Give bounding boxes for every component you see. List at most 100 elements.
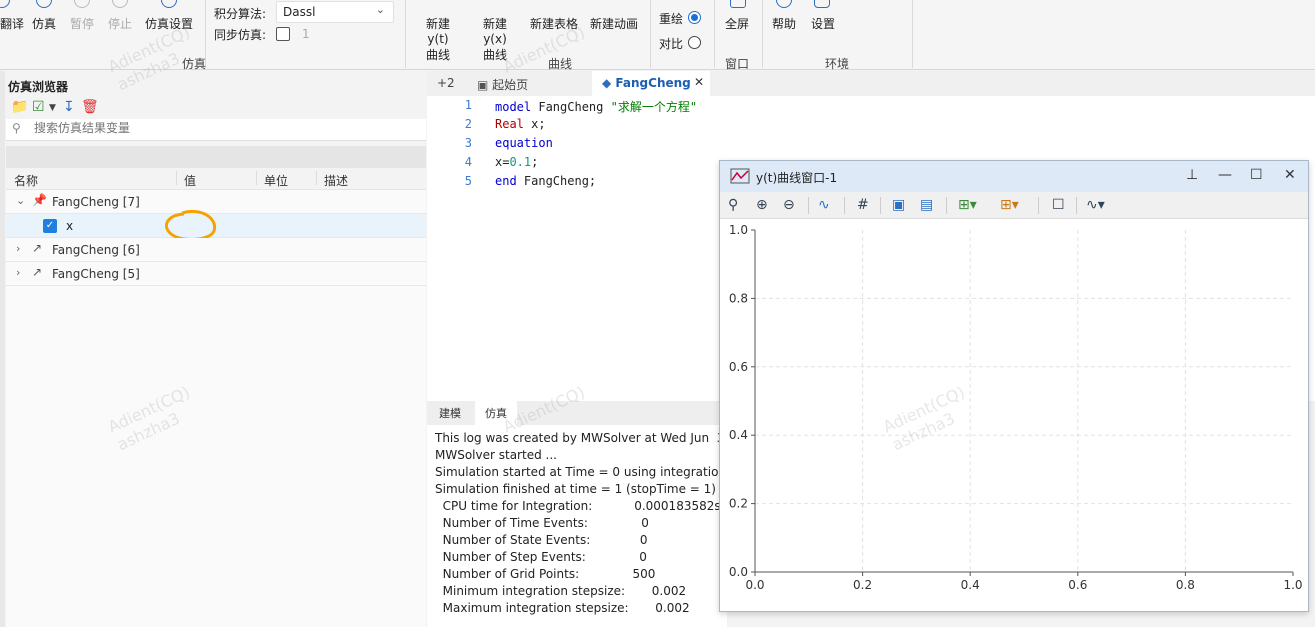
filter-bar (6, 146, 426, 168)
sim-settings-button[interactable]: 仿真设置 (145, 15, 193, 32)
toolbar-divider (844, 197, 845, 214)
log-line: Number of State Events: 0 (435, 533, 648, 547)
plot-window[interactable]: y(t)曲线窗口-1 ⊥ — ☐ ✕ ⚲ ⊕ ⊖ ∿ # ▣ ▤ ⊞▾ ⊞▾ ☐… (719, 160, 1309, 612)
tree-row-result[interactable]: › ↗ FangCheng [5] (6, 262, 426, 286)
col-desc[interactable]: 描述 (324, 172, 348, 189)
toolbar-divider (808, 197, 809, 214)
minimize-button[interactable]: — (1218, 167, 1232, 183)
integration-select[interactable]: Dassl ⌄ (276, 1, 394, 23)
compare-radio[interactable] (688, 36, 701, 49)
col-divider (176, 171, 177, 185)
ribbon-toolbar: 翻译 仿真 暂停 停止 仿真设置 积分算法: Dassl ⌄ 同步仿真: 1 仿… (0, 0, 1315, 71)
log-line: MWSolver started ... (435, 448, 557, 462)
close-button[interactable]: ✕ (1284, 167, 1296, 183)
result-label: FangCheng [5] (52, 267, 140, 281)
settings-button[interactable]: 设置 (811, 15, 835, 32)
dropdown-arrow-icon[interactable]: ▼ (49, 103, 56, 113)
model-icon: ◆ (602, 76, 612, 90)
tab-simulation[interactable]: 仿真 (475, 401, 517, 425)
chevron-right-icon[interactable]: › (16, 242, 20, 255)
zoom-fit-icon[interactable]: ⚲ (728, 197, 738, 213)
close-icon[interactable]: ✕ (694, 75, 704, 89)
col-unit[interactable]: 单位 (264, 172, 288, 189)
x-tick-label: 0.2 (853, 578, 872, 592)
pause-button[interactable]: 暂停 (70, 15, 94, 32)
compile-button[interactable]: 翻译 (0, 15, 24, 32)
delete-icon[interactable]: 🗑 (81, 99, 99, 115)
new-yx-curve-button[interactable]: 新建 y(x) 曲线 (471, 15, 519, 63)
sync-sim-checkbox[interactable] (276, 27, 290, 41)
ribbon-divider (762, 0, 763, 68)
ribbon-divider (405, 0, 406, 68)
curve-style-icon[interactable]: ∿ (818, 197, 830, 213)
export-image-icon[interactable]: ▣ (892, 197, 905, 213)
tab-start-page[interactable]: ▣ 起始页 (467, 71, 587, 96)
stop-icon (112, 0, 128, 8)
yt-chart[interactable]: 0.0 0.2 0.4 0.6 0.8 1.0 0.0 0.2 0.4 0.6 0.8 1.0 (720, 220, 1308, 612)
col-value[interactable]: 值 (184, 172, 196, 189)
ribbon-divider (650, 0, 651, 68)
tree-row-result[interactable]: › ↗ FangCheng [6] (6, 238, 426, 262)
toolbar-divider (1038, 197, 1039, 214)
y-tick-label: 0.8 (729, 291, 748, 305)
log-line: CPU time for Integration: 0.000183582s (435, 499, 721, 513)
grid-icon[interactable]: # (857, 197, 869, 213)
redraw-label: 重绘 (659, 12, 684, 26)
tab-fangcheng[interactable]: ◆ FangCheng ✕ (592, 71, 710, 96)
chevron-down-icon: ⌄ (375, 3, 385, 16)
ribbon-divider (912, 0, 913, 68)
search-icon: ⚲ (12, 121, 21, 135)
code-text: equation (495, 136, 553, 150)
plot-window-titlebar[interactable]: y(t)曲线窗口-1 ⊥ — ☐ ✕ (720, 161, 1308, 192)
help-button[interactable]: 帮助 (772, 15, 796, 32)
tab-start-label: 起始页 (492, 78, 529, 92)
stop-button[interactable]: 停止 (108, 15, 132, 32)
select-rect-icon[interactable]: ☐ (1052, 197, 1065, 213)
simulate-button[interactable]: 仿真 (32, 15, 56, 32)
log-line: This log was created by MWSolver at Wed … (435, 431, 733, 445)
panel-title: 仿真浏览器 (8, 80, 69, 94)
load-result-icon[interactable]: ☑ (32, 99, 45, 115)
export-icon[interactable]: ↧ (63, 99, 75, 115)
variable-checkbox[interactable]: ✓ (43, 219, 57, 233)
col-name[interactable]: 名称 (14, 172, 38, 189)
redraw-radio[interactable] (688, 11, 701, 24)
chevron-down-icon[interactable]: ⌄ (16, 194, 25, 207)
tab-modeling[interactable]: 建模 (439, 405, 461, 421)
simulation-browser-panel: 仿真浏览器 📁 ☑ ▼ ↧ 🗑 ⚲ 名称 值 单位 描述 ⌄ 📌 FangChe… (0, 71, 426, 627)
variable-search-box[interactable]: ⚲ (6, 119, 426, 141)
log-line: Simulation finished at time = 1 (stopTim… (435, 482, 716, 496)
pin-icon[interactable]: ⊥ (1186, 167, 1198, 183)
left-dock-edge (0, 71, 5, 627)
group-label-env: 环境 (825, 57, 850, 71)
tab-overflow[interactable]: +2 (427, 71, 465, 96)
integration-value: Dassl (283, 5, 316, 19)
code-text: model FangCheng "求解一个方程" (495, 100, 698, 114)
open-folder-icon[interactable]: 📁 (11, 99, 28, 115)
line-number: 4 (464, 155, 472, 169)
settings-gear-icon (814, 0, 830, 8)
new-yt-label-1: 新建 y(t) (425, 17, 450, 46)
group-label-window: 窗口 (725, 57, 750, 71)
zoom-in-icon[interactable]: ⊕ (756, 197, 768, 213)
new-table-button[interactable]: 新建表格 (530, 15, 578, 32)
chevron-right-icon[interactable]: › (16, 266, 20, 279)
tree-header: 名称 值 单位 描述 (6, 168, 426, 190)
tab-active-label: FangCheng (615, 76, 691, 90)
axis-settings-icon[interactable]: ⊞▾ (958, 197, 977, 213)
maximize-button[interactable]: ☐ (1250, 167, 1263, 183)
sync-sim-label: 同步仿真: (214, 28, 267, 42)
new-yt-curve-button[interactable]: 新建 y(t) 曲线 (414, 15, 462, 63)
cursor-icon[interactable]: ∿▾ (1086, 197, 1105, 213)
x-tick-label: 0.6 (1068, 578, 1087, 592)
fullscreen-button[interactable]: 全屏 (725, 15, 749, 32)
result-chart-icon: ↗ (32, 265, 43, 279)
tree-row-variable[interactable]: ✓ x (6, 210, 426, 241)
legend-settings-icon[interactable]: ⊞▾ (1000, 197, 1019, 213)
log-line: Maximum integration stepsize: 0.002 (435, 601, 690, 615)
group-label-curve: 曲线 (548, 57, 573, 71)
zoom-out-icon[interactable]: ⊖ (783, 197, 795, 213)
copy-image-icon[interactable]: ▤ (920, 197, 933, 213)
variable-search-input[interactable] (34, 121, 414, 135)
new-animation-button[interactable]: 新建动画 (590, 15, 638, 32)
